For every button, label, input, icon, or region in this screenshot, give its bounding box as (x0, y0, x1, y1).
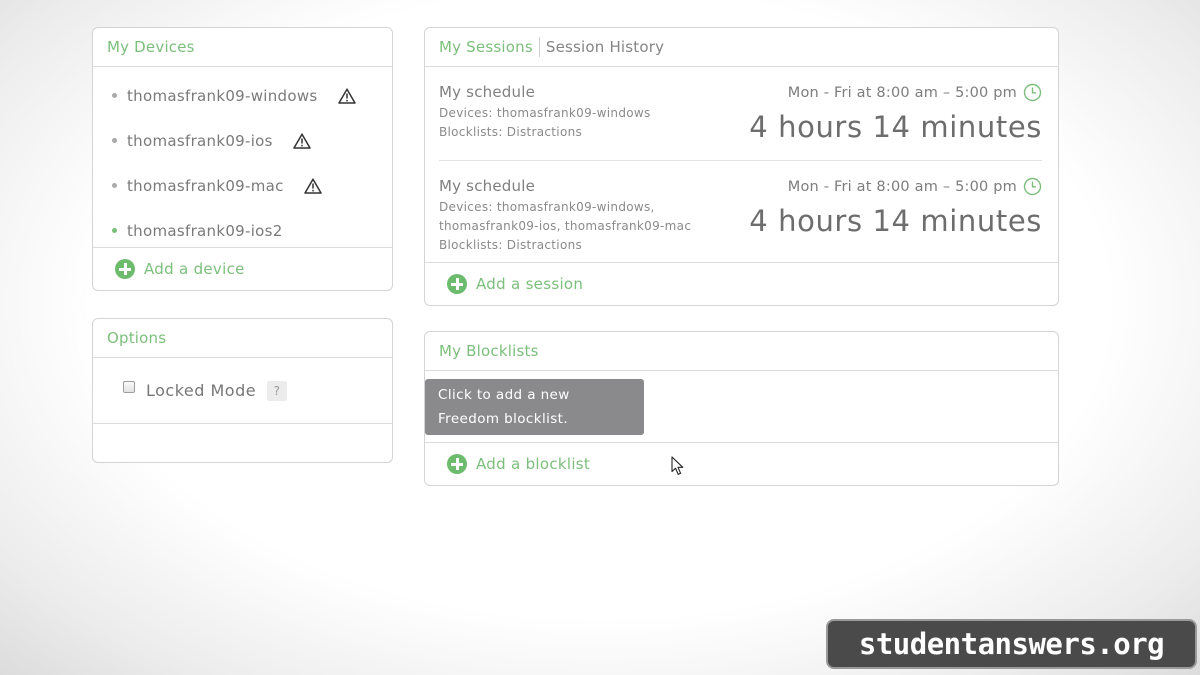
plus-circle-icon (115, 259, 135, 279)
clock-icon (1023, 177, 1042, 196)
devices-panel: My Devices thomasfrank09-windows thomasf… (92, 27, 393, 291)
plus-circle-icon (447, 454, 467, 474)
device-name: thomasfrank09-windows (127, 86, 318, 105)
session-schedule-text: Mon - Fri at 8:00 am – 5:00 pm (787, 84, 1017, 101)
clock-icon (1023, 83, 1042, 102)
add-session-label: Add a session (476, 275, 584, 293)
online-status-dot (112, 228, 117, 233)
locked-mode-checkbox[interactable] (123, 380, 135, 393)
add-blocklist-button[interactable]: Add a blocklist (425, 442, 1058, 485)
options-panel-title: Options (93, 319, 392, 358)
tooltip-line: Freedom blocklist. (438, 411, 569, 427)
device-list: thomasfrank09-windows thomasfrank09-ios … (93, 67, 392, 253)
offline-status-dot (112, 183, 117, 188)
tab-divider (538, 37, 540, 57)
add-session-button[interactable]: Add a session (425, 262, 1058, 305)
device-name: thomasfrank09-ios2 (127, 221, 283, 240)
device-name: thomasfrank09-mac (127, 176, 284, 195)
add-device-label: Add a device (144, 260, 245, 278)
session-schedule: Mon - Fri at 8:00 am – 5:00 pm (788, 177, 1042, 196)
session-schedule-text: Mon - Fri at 8:00 am – 5:00 pm (787, 178, 1017, 195)
sessions-panel: My Sessions Session History My schedule … (424, 27, 1059, 306)
session-duration: 4 hours 14 minutes (749, 110, 1042, 144)
session-blocklists: Blocklists: Distractions (439, 238, 583, 252)
tab-session-history[interactable]: Session History (546, 38, 664, 56)
warning-icon[interactable] (293, 132, 311, 149)
blocklists-panel: My Blocklists Click to add a new Freedom… (424, 331, 1059, 486)
device-item-mac[interactable]: thomasfrank09-mac (93, 163, 392, 208)
locked-mode-row: Locked Mode ? (93, 358, 392, 424)
tab-my-sessions[interactable]: My Sessions (439, 38, 533, 56)
session-schedule: Mon - Fri at 8:00 am – 5:00 pm (788, 83, 1042, 102)
watermark-banner: studentanswers.org (826, 619, 1197, 669)
warning-icon[interactable] (303, 177, 322, 194)
warning-icon[interactable] (337, 87, 356, 104)
session-divider (439, 160, 1042, 161)
mouse-cursor-icon (671, 456, 685, 480)
locked-mode-label[interactable]: Locked Mode (146, 381, 256, 400)
blocklists-panel-title: My Blocklists (425, 332, 1058, 371)
device-item-windows[interactable]: thomasfrank09-windows (93, 73, 392, 118)
add-device-button[interactable]: Add a device (93, 247, 392, 290)
device-item-ios[interactable]: thomasfrank09-ios (93, 118, 392, 163)
devices-panel-title: My Devices (93, 28, 392, 67)
add-blocklist-tooltip: Click to add a new Freedom blocklist. (425, 379, 644, 435)
add-blocklist-label: Add a blocklist (476, 455, 591, 473)
session-item[interactable]: My schedule Devices: thomasfrank09-windo… (439, 177, 1042, 257)
offline-status-dot (112, 138, 117, 143)
tooltip-line: Click to add a new (438, 387, 570, 403)
device-name: thomasfrank09-ios (127, 131, 273, 150)
plus-circle-icon (447, 274, 467, 294)
sessions-tabs: My Sessions Session History (425, 28, 1058, 67)
session-item[interactable]: My schedule Devices: thomasfrank09-windo… (439, 83, 1042, 153)
session-duration: 4 hours 14 minutes (749, 204, 1042, 238)
options-panel: Options Locked Mode ? (92, 318, 393, 463)
offline-status-dot (112, 93, 117, 98)
help-icon[interactable]: ? (267, 380, 288, 401)
